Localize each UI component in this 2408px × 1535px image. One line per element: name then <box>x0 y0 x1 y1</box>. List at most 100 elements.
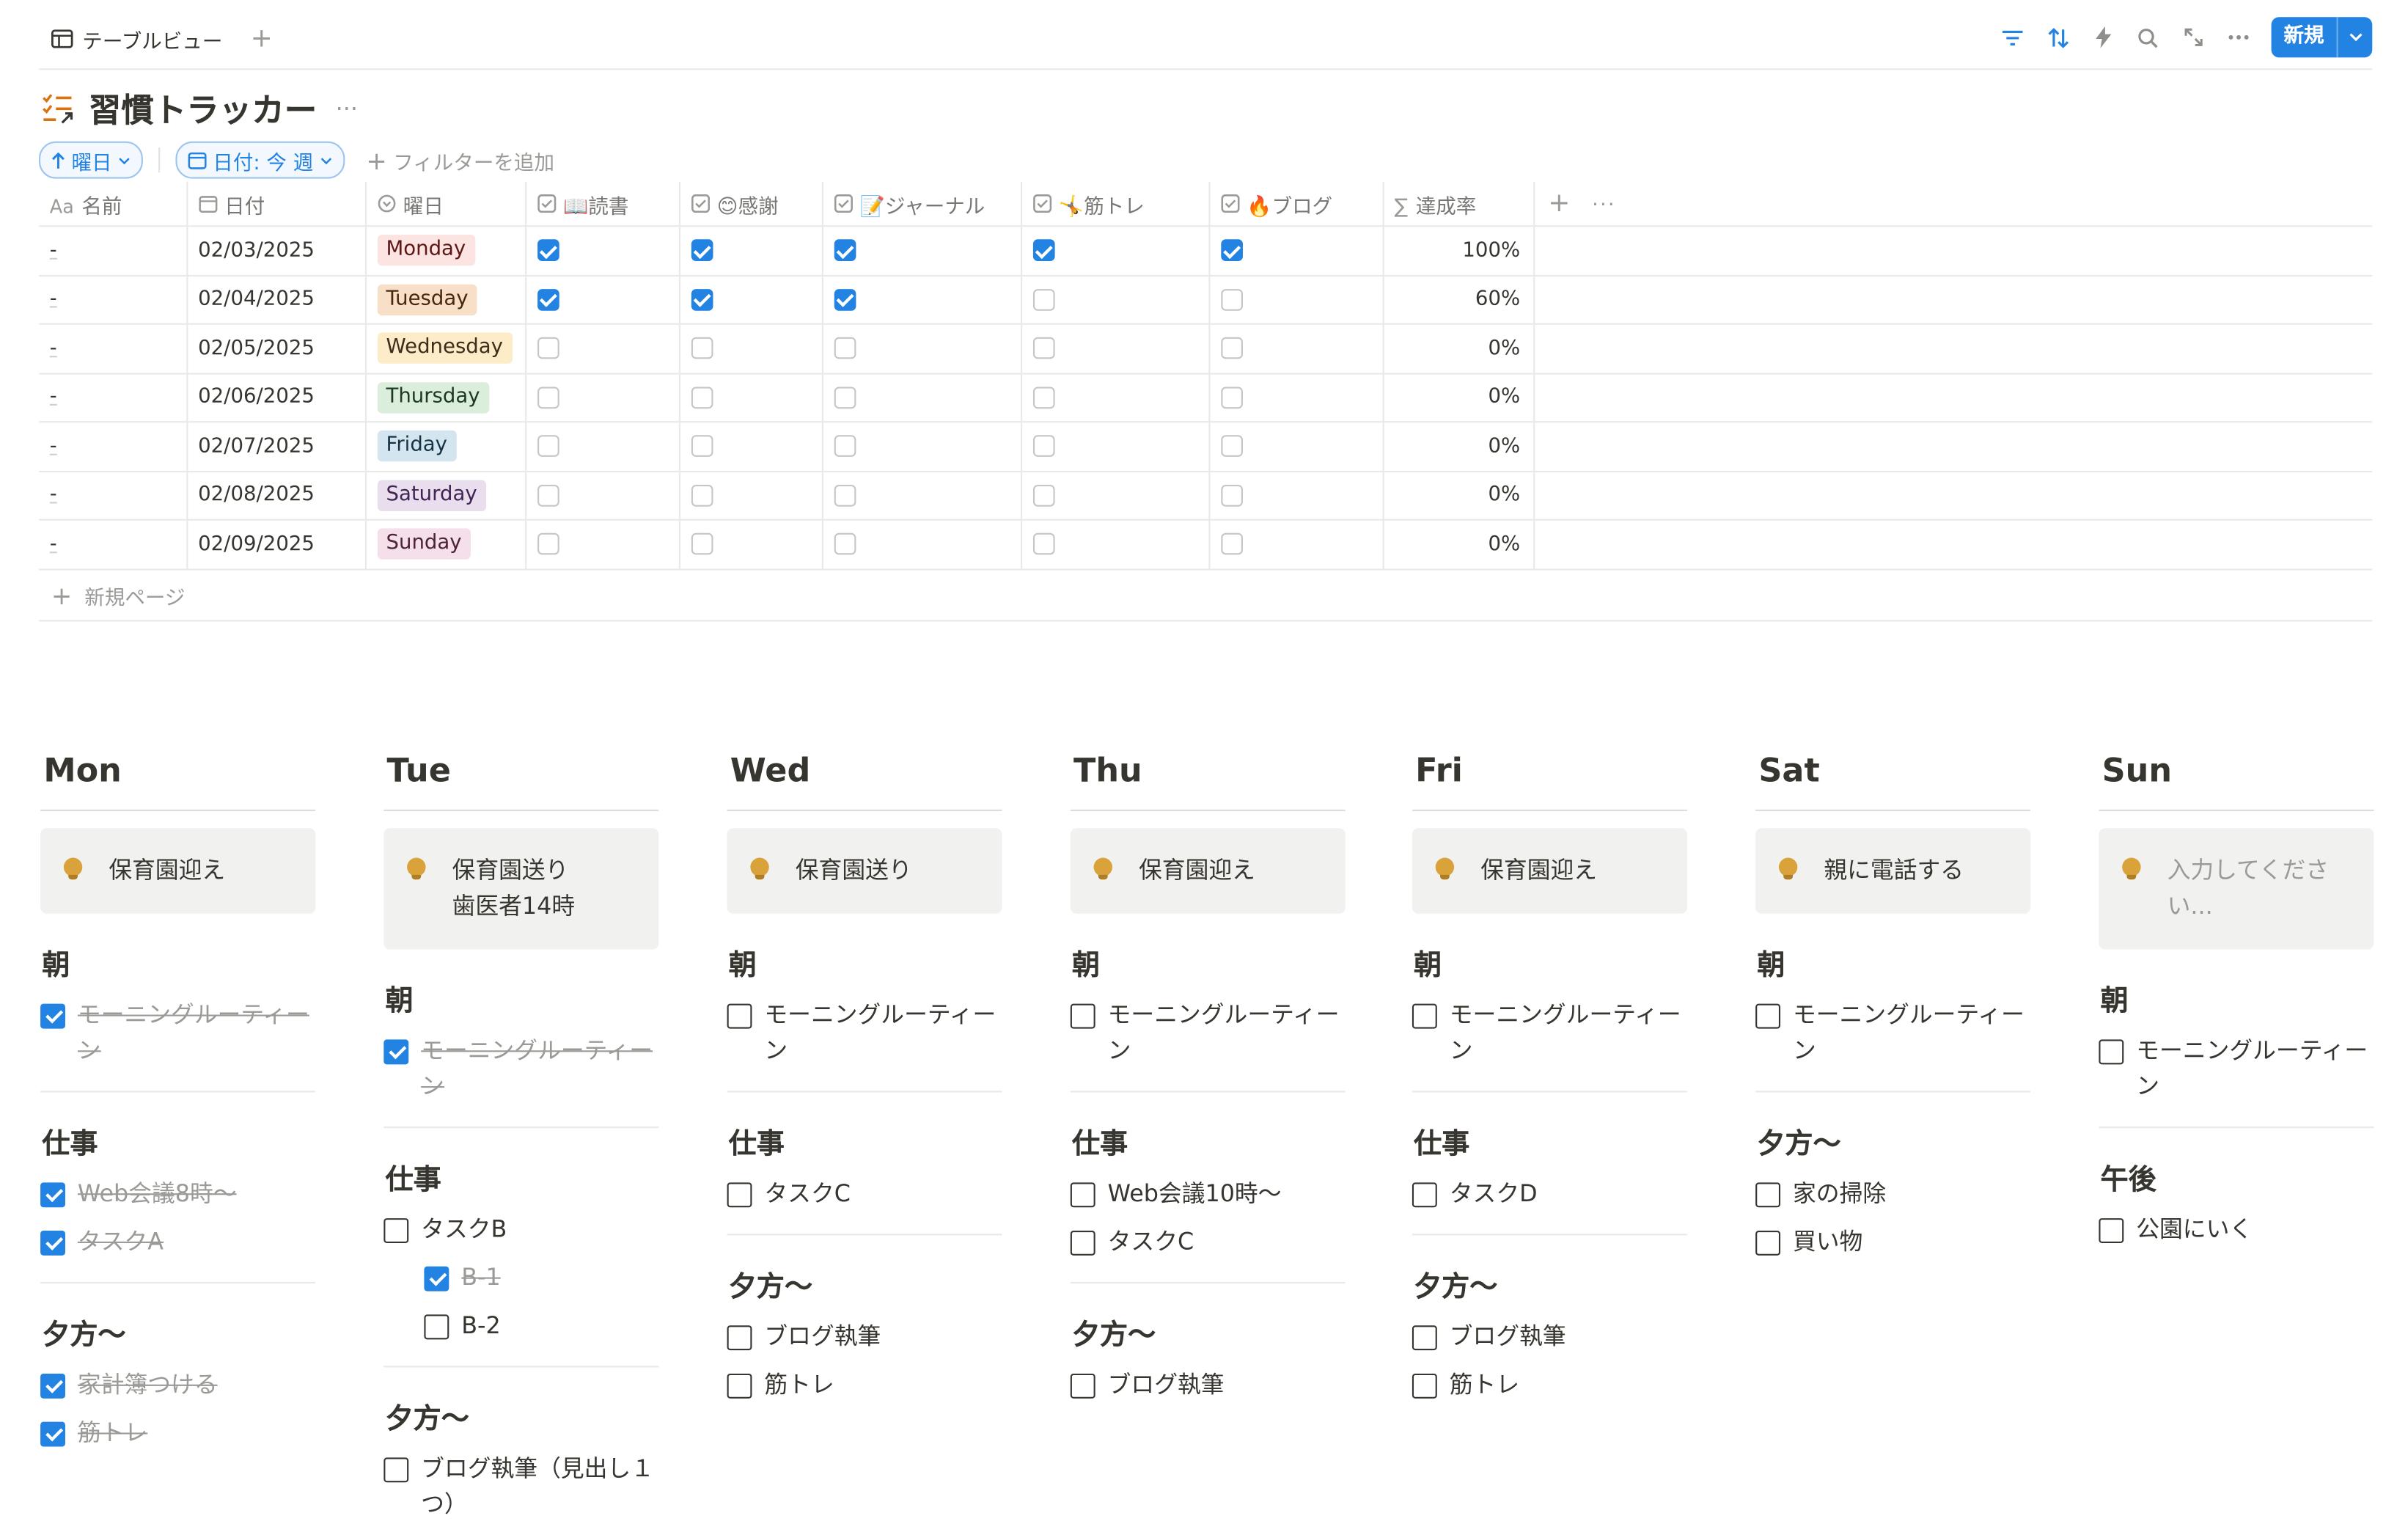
habit-checkbox[interactable] <box>537 435 559 458</box>
todo-checkbox[interactable] <box>424 1314 449 1340</box>
todo-checkbox[interactable] <box>1070 1182 1095 1208</box>
todo-item[interactable]: 公園にいく <box>2099 1212 2374 1248</box>
todo-item[interactable]: ブログ執筆 <box>1412 1319 1687 1355</box>
habit-checkbox[interactable] <box>1032 484 1054 507</box>
todo-checkbox[interactable] <box>2099 1039 2124 1065</box>
todo-checkbox[interactable] <box>40 1373 65 1399</box>
todo-text[interactable]: Web会議8時〜 <box>78 1176 237 1212</box>
callout-text[interactable]: 保育園送り <box>796 856 912 884</box>
todo-checkbox[interactable] <box>727 1325 752 1351</box>
todo-checkbox[interactable] <box>1070 1003 1095 1029</box>
todo-checkbox[interactable] <box>1412 1182 1437 1208</box>
row-name-cell[interactable]: - <box>38 519 188 570</box>
habit-checkbox[interactable] <box>1032 337 1054 359</box>
row-name-cell[interactable]: - <box>38 275 188 325</box>
table-row[interactable]: - 02/03/2025 Monday 100% <box>38 226 2373 276</box>
todo-text[interactable]: B-1 <box>461 1260 500 1296</box>
expand-icon[interactable] <box>2181 25 2206 50</box>
todo-item[interactable]: ブログ執筆 <box>727 1319 1002 1355</box>
todo-item[interactable]: 筋トレ <box>40 1415 315 1451</box>
habit-checkbox-cell[interactable] <box>1020 275 1210 325</box>
habit-checkbox-cell[interactable] <box>821 275 1022 325</box>
table-row[interactable]: - 02/05/2025 Wednesday 0% <box>38 323 2373 374</box>
row-name[interactable]: - <box>50 386 57 409</box>
todo-text[interactable]: モーニングルーティーン <box>421 1033 658 1104</box>
habit-checkbox-cell[interactable] <box>1208 373 1384 423</box>
todo-text[interactable]: 家の掃除 <box>1793 1176 1886 1212</box>
todo-checkbox[interactable] <box>1755 1231 1781 1256</box>
table-row[interactable]: - 02/09/2025 Sunday 0% <box>38 519 2373 570</box>
add-view-button[interactable]: + <box>251 23 273 54</box>
row-weekday-cell[interactable]: Monday <box>364 226 526 276</box>
habit-checkbox-cell[interactable] <box>821 373 1022 423</box>
todo-item[interactable]: タスクA <box>40 1225 315 1261</box>
todo-item[interactable]: タスクC <box>1070 1225 1346 1261</box>
todo-text[interactable]: 家計簿つける <box>78 1367 218 1403</box>
todo-item[interactable]: モーニングルーティーン <box>727 997 1002 1069</box>
todo-checkbox[interactable] <box>1412 1325 1437 1351</box>
habit-checkbox[interactable] <box>1220 533 1242 555</box>
habit-checkbox-cell[interactable] <box>1208 470 1384 521</box>
column-header-workout[interactable]: 🤸筋トレ <box>1020 181 1210 227</box>
habit-checkbox-cell[interactable] <box>525 323 680 374</box>
row-name[interactable]: - <box>50 532 57 556</box>
todo-checkbox[interactable] <box>1070 1231 1095 1256</box>
todo-checkbox[interactable] <box>1412 1373 1437 1399</box>
table-row[interactable]: - 02/07/2025 Friday 0% <box>38 422 2373 472</box>
todo-checkbox[interactable] <box>727 1003 752 1029</box>
todo-text[interactable]: モーニングルーティーン <box>78 997 315 1069</box>
habit-checkbox[interactable] <box>833 387 856 409</box>
column-header-weekday[interactable]: 曜日 <box>364 181 526 227</box>
view-tab[interactable]: テーブルビュー + <box>51 23 273 54</box>
habit-checkbox-cell[interactable] <box>821 323 1022 374</box>
row-date-cell[interactable]: 02/06/2025 <box>186 373 366 423</box>
todo-checkbox[interactable] <box>727 1373 752 1399</box>
habit-checkbox-cell[interactable] <box>678 519 823 570</box>
todo-text[interactable]: Web会議10時〜 <box>1108 1176 1282 1212</box>
todo-checkbox[interactable] <box>40 1003 65 1029</box>
todo-checkbox[interactable] <box>40 1231 65 1256</box>
todo-text[interactable]: タスクC <box>1108 1225 1194 1261</box>
habit-checkbox[interactable] <box>833 288 856 311</box>
column-header-journal[interactable]: 📝ジャーナル <box>821 181 1022 227</box>
day-callout[interactable]: 保育園送り 歯医者14時 <box>383 828 659 950</box>
column-header-date[interactable]: 日付 <box>186 181 366 227</box>
callout-text[interactable]: 保育園迎え <box>1139 856 1255 884</box>
habit-checkbox[interactable] <box>1220 288 1242 311</box>
todo-text[interactable]: モーニングルーティーン <box>2136 1033 2374 1104</box>
row-weekday-cell[interactable]: Tuesday <box>364 275 526 325</box>
habit-checkbox-cell[interactable] <box>525 422 680 472</box>
row-weekday-cell[interactable]: Thursday <box>364 373 526 423</box>
todo-text[interactable]: タスクA <box>78 1225 164 1261</box>
new-button-label[interactable]: 新規 <box>2272 17 2337 57</box>
todo-checkbox[interactable] <box>2099 1218 2124 1243</box>
todo-item[interactable]: B-2 <box>424 1308 658 1344</box>
habit-checkbox-cell[interactable] <box>678 226 823 276</box>
todo-checkbox[interactable] <box>40 1421 65 1447</box>
todo-item[interactable]: Web会議10時〜 <box>1070 1176 1346 1212</box>
todo-text[interactable]: モーニングルーティーン <box>1793 997 2030 1069</box>
table-row[interactable]: - 02/06/2025 Thursday 0% <box>38 373 2373 423</box>
row-date-cell[interactable]: 02/07/2025 <box>186 422 366 472</box>
todo-text[interactable]: モーニングルーティーン <box>764 997 1002 1069</box>
column-header-blog[interactable]: 🔥ブログ <box>1208 181 1384 227</box>
todo-text[interactable]: タスクC <box>764 1176 851 1212</box>
habit-checkbox[interactable] <box>1032 239 1054 262</box>
todo-text[interactable]: B-2 <box>461 1308 500 1344</box>
habit-checkbox-cell[interactable] <box>1020 323 1210 374</box>
todo-item[interactable]: モーニングルーティーン <box>1070 997 1346 1069</box>
todo-item[interactable]: モーニングルーティーン <box>40 997 315 1069</box>
day-callout[interactable]: 入力してください... <box>2099 828 2374 950</box>
habit-checkbox[interactable] <box>690 387 713 409</box>
callout-text[interactable]: 入力してください... <box>2167 856 2330 920</box>
row-name-cell[interactable]: - <box>38 373 188 423</box>
row-name-cell[interactable]: - <box>38 422 188 472</box>
habit-checkbox-cell[interactable] <box>525 226 680 276</box>
habit-checkbox-cell[interactable] <box>678 373 823 423</box>
row-date-cell[interactable]: 02/04/2025 <box>186 275 366 325</box>
habit-checkbox[interactable] <box>833 533 856 555</box>
habit-checkbox[interactable] <box>1220 484 1242 507</box>
habit-checkbox[interactable] <box>1032 435 1054 458</box>
habit-checkbox[interactable] <box>537 288 559 311</box>
callout-text[interactable]: 保育園迎え <box>109 856 225 884</box>
